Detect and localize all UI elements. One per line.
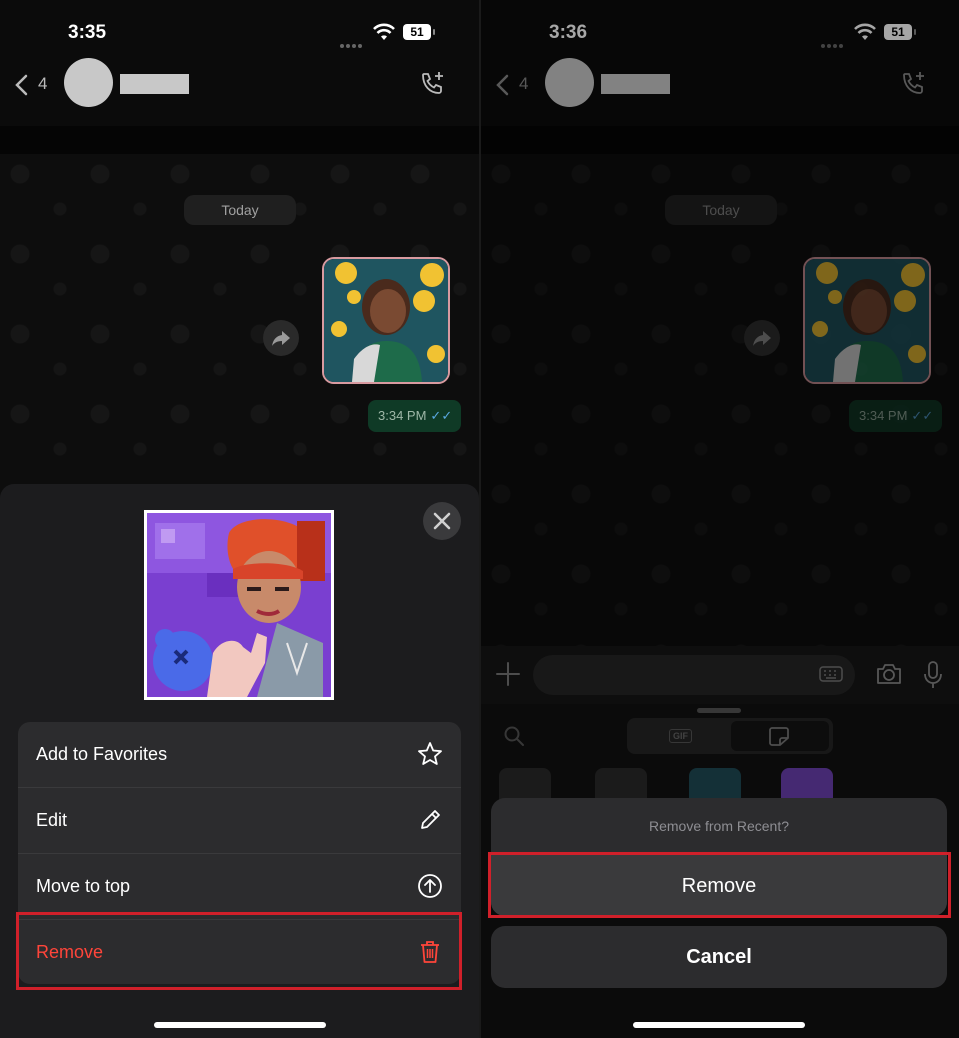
child-sticker-image xyxy=(324,259,448,382)
forward-button[interactable] xyxy=(263,320,299,356)
star-icon xyxy=(418,742,442,765)
action-sheet-title: Remove from Recent? xyxy=(648,818,790,834)
close-button[interactable] xyxy=(423,502,461,540)
signal-icon xyxy=(340,35,364,53)
arrow-up-circle-icon xyxy=(418,874,442,898)
wifi-icon xyxy=(373,23,395,40)
sent-sticker-message[interactable] xyxy=(322,257,450,384)
contact-avatar[interactable] xyxy=(64,58,113,107)
forward-icon xyxy=(272,331,290,346)
pixel-art-sticker-image xyxy=(147,513,331,697)
highlight-box-remove xyxy=(488,852,951,918)
date-chip: Today xyxy=(184,195,296,225)
unread-count[interactable]: 4 xyxy=(38,74,47,94)
menu-item-label: Add to Favorites xyxy=(36,744,168,764)
status-time: 3:35 xyxy=(68,22,107,43)
pencil-icon xyxy=(421,810,440,829)
home-indicator xyxy=(633,1022,805,1028)
right-screen: 3:36 51 4 Today 3:34 PM ✓✓ GIF Remove fr… xyxy=(481,0,959,1038)
close-icon xyxy=(433,512,451,530)
selected-sticker-preview xyxy=(144,510,334,700)
add-call-icon[interactable] xyxy=(418,70,446,98)
menu-item-move-to-top[interactable]: Move to top xyxy=(18,854,461,920)
chat-header: 4 xyxy=(0,58,479,110)
contact-name-redacted[interactable] xyxy=(120,74,189,94)
menu-item-add-to-favorites[interactable]: Add to Favorites xyxy=(18,722,461,788)
menu-item-edit[interactable]: Edit xyxy=(18,788,461,854)
back-chevron-icon[interactable] xyxy=(14,74,28,96)
screenshot-root: 3:35 51 4 Today 3:34 PM ✓✓ Add to Favori… xyxy=(0,0,959,1038)
message-timestamp: 3:34 PM ✓✓ xyxy=(368,400,461,432)
home-indicator xyxy=(154,1022,326,1028)
menu-item-label: Edit xyxy=(36,810,68,830)
message-time-text: 3:34 PM xyxy=(378,408,427,423)
cancel-button[interactable]: Cancel xyxy=(491,926,947,988)
battery-indicator: 51 xyxy=(403,24,435,40)
status-bar: 3:35 51 xyxy=(0,0,479,60)
highlight-box-remove xyxy=(16,912,462,990)
left-screen: 3:35 51 4 Today 3:34 PM ✓✓ Add to Favori… xyxy=(0,0,479,1038)
chat-banner xyxy=(0,126,479,154)
menu-item-label: Move to top xyxy=(36,876,131,896)
read-ticks-icon: ✓✓ xyxy=(430,408,453,423)
